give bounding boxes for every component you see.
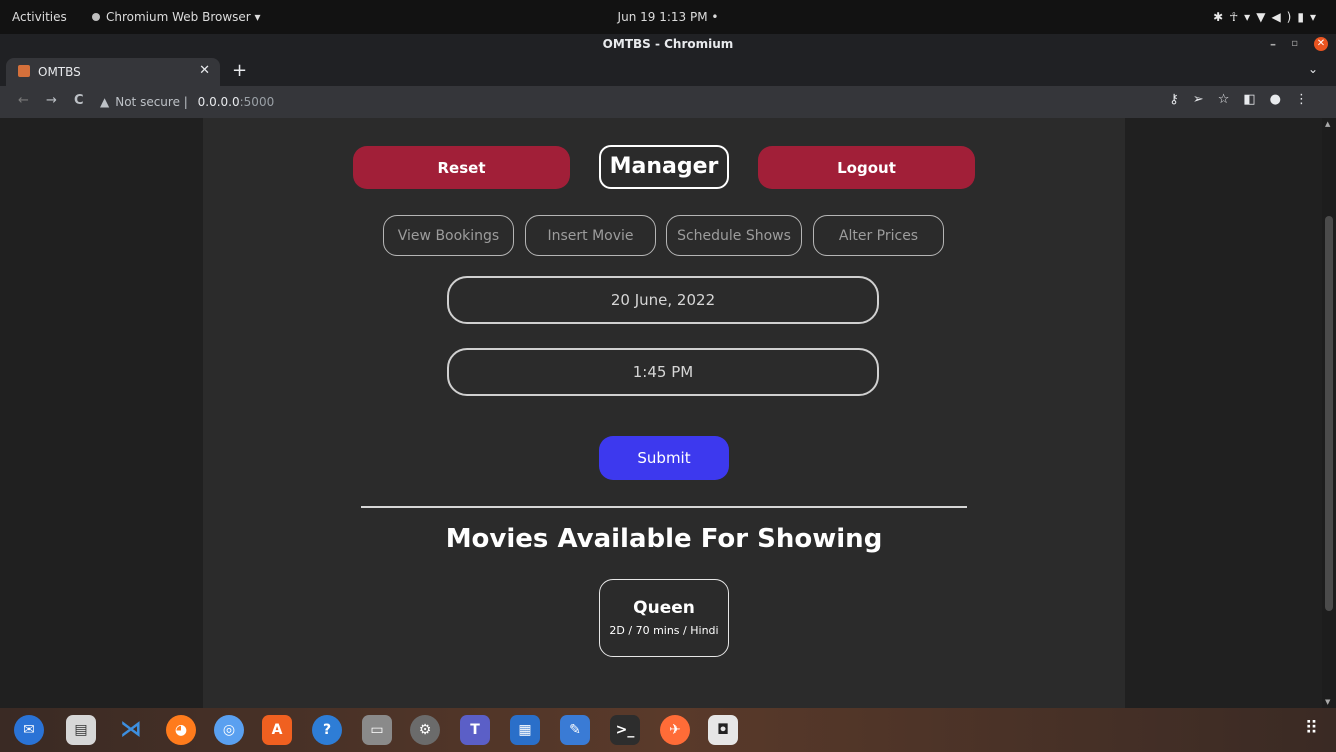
chromium-icon[interactable]: ◎ — [214, 715, 244, 745]
navigation-bar: ← → C ▲ Not secure | 0.0.0.0:5000 ⚷➢☆◧●⋮ — [0, 86, 1336, 118]
separator: | — [179, 95, 192, 109]
side-panel-icon[interactable]: ◧ — [1243, 92, 1269, 107]
maximize-icon[interactable]: ▫ — [1291, 34, 1298, 54]
files-icon[interactable]: ▭ — [362, 715, 392, 745]
time-input[interactable]: 1:45 PM — [447, 348, 879, 396]
movie-title: Queen — [633, 598, 695, 618]
tab-search-chevron-icon[interactable]: ⌄ — [1308, 62, 1318, 76]
app-menu[interactable]: Chromium Web Browser ▾ — [92, 0, 261, 34]
scroll-down-arrow-icon[interactable]: ▼ — [1325, 698, 1330, 706]
send-icon[interactable]: ➢ — [1193, 92, 1218, 107]
vscode-icon[interactable]: ⋊ — [116, 715, 146, 745]
activities-button[interactable]: Activities — [12, 0, 67, 34]
url-host: 0.0.0.0 — [197, 95, 240, 109]
menu-kebab-icon[interactable]: ⋮ — [1295, 92, 1322, 107]
dock: ✉ ▤ ⋊ ◕ ◎ A ? ▭ ⚙ T ▦ ✎ >_ ✈ ◘ ⠿ — [0, 708, 1336, 752]
teams-icon[interactable]: T — [460, 715, 490, 745]
security-label[interactable]: Not secure — [115, 95, 180, 109]
reader-icon[interactable]: ▤ — [66, 715, 96, 745]
reload-icon[interactable]: C — [74, 93, 84, 108]
schedule-shows-button[interactable]: Schedule Shows — [666, 215, 802, 256]
url-text[interactable]: 0.0.0.0:5000 — [198, 95, 275, 109]
thunderbird-icon[interactable]: ✉ — [14, 715, 44, 745]
terminal-icon[interactable]: >_ — [610, 715, 640, 745]
speaker-icon[interactable]: ◘ — [708, 715, 738, 745]
scrollbar-thumb[interactable] — [1325, 216, 1333, 611]
clock-label[interactable]: Jun 19 1:13 PM • — [618, 10, 719, 24]
insert-movie-button[interactable]: Insert Movie — [525, 215, 656, 256]
back-arrow-icon[interactable]: ← — [18, 93, 29, 108]
favicon-icon — [18, 65, 30, 77]
view-bookings-button[interactable]: View Bookings — [383, 215, 514, 256]
new-tab-icon[interactable]: + — [232, 60, 247, 81]
tab-omtbs[interactable]: OMTBS ✕ — [6, 58, 220, 86]
app-store-icon[interactable]: A — [262, 715, 292, 745]
app-menu-label: Chromium Web Browser ▾ — [106, 10, 261, 24]
logout-button[interactable]: Logout — [758, 146, 975, 189]
battery-icon[interactable]: ▮▾ — [1297, 10, 1322, 24]
submit-button[interactable]: Submit — [599, 436, 729, 480]
movies-heading: Movies Available For Showing — [445, 524, 883, 554]
page-viewport: Reset Manager Logout View Bookings Inser… — [0, 118, 1336, 708]
system-tray[interactable]: ✱☥▾▼◀)▮▾ — [1213, 0, 1322, 34]
scroll-up-arrow-icon[interactable]: ▲ — [1325, 120, 1330, 128]
tab-strip: OMTBS ✕ + ⌄ — [0, 54, 1336, 86]
postman-icon[interactable]: ✈ — [660, 715, 690, 745]
document-viewer-icon[interactable]: ▦ — [510, 715, 540, 745]
bookmark-star-icon[interactable]: ☆ — [1218, 92, 1244, 107]
reset-button[interactable]: Reset — [353, 146, 570, 189]
date-input[interactable]: 20 June, 2022 — [447, 276, 879, 324]
alter-prices-button[interactable]: Alter Prices — [813, 215, 944, 256]
minimize-icon[interactable]: – — [1270, 34, 1276, 54]
help-icon[interactable]: ? — [312, 715, 342, 745]
window-titlebar: OMTBS - Chromium – ▫ ✕ — [0, 34, 1336, 54]
scrollbar[interactable]: ▲ ▼ — [1322, 118, 1336, 708]
toolbar-actions: ⚷➢☆◧●⋮ — [1169, 92, 1322, 107]
window-title: OMTBS - Chromium — [602, 37, 734, 51]
settings-icon[interactable]: ⚙ — [410, 715, 440, 745]
system-top-bar: Activities Chromium Web Browser ▾ Jun 19… — [0, 0, 1336, 34]
profile-icon[interactable]: ● — [1270, 92, 1295, 107]
page-title: Manager — [599, 145, 729, 189]
divider — [361, 506, 967, 508]
address-bar[interactable]: ▲ Not secure | 0.0.0.0:5000 — [100, 91, 274, 113]
key-icon[interactable]: ⚷ — [1169, 92, 1193, 107]
page-content: Reset Manager Logout View Bookings Inser… — [203, 118, 1125, 708]
url-port: :5000 — [239, 95, 275, 109]
show-apps-grid-icon[interactable]: ⠿ — [1305, 718, 1318, 739]
chromium-small-icon — [92, 13, 100, 21]
movie-card[interactable]: Queen 2D / 70 mins / Hindi — [599, 579, 729, 657]
text-editor-icon[interactable]: ✎ — [560, 715, 590, 745]
network-icon[interactable]: ▼ — [1256, 10, 1271, 24]
accessibility-icon[interactable]: ☥▾ — [1229, 10, 1256, 24]
volume-icon[interactable]: ◀) — [1271, 10, 1297, 24]
tab-close-icon[interactable]: ✕ — [199, 63, 210, 78]
warning-icon[interactable]: ▲ — [100, 95, 109, 109]
close-window-icon[interactable]: ✕ — [1314, 37, 1328, 51]
tab-title: OMTBS — [38, 65, 81, 79]
forward-arrow-icon[interactable]: → — [46, 93, 57, 108]
bluetooth-icon[interactable]: ✱ — [1213, 10, 1229, 24]
movie-details: 2D / 70 mins / Hindi — [609, 624, 719, 637]
firefox-icon[interactable]: ◕ — [166, 715, 196, 745]
